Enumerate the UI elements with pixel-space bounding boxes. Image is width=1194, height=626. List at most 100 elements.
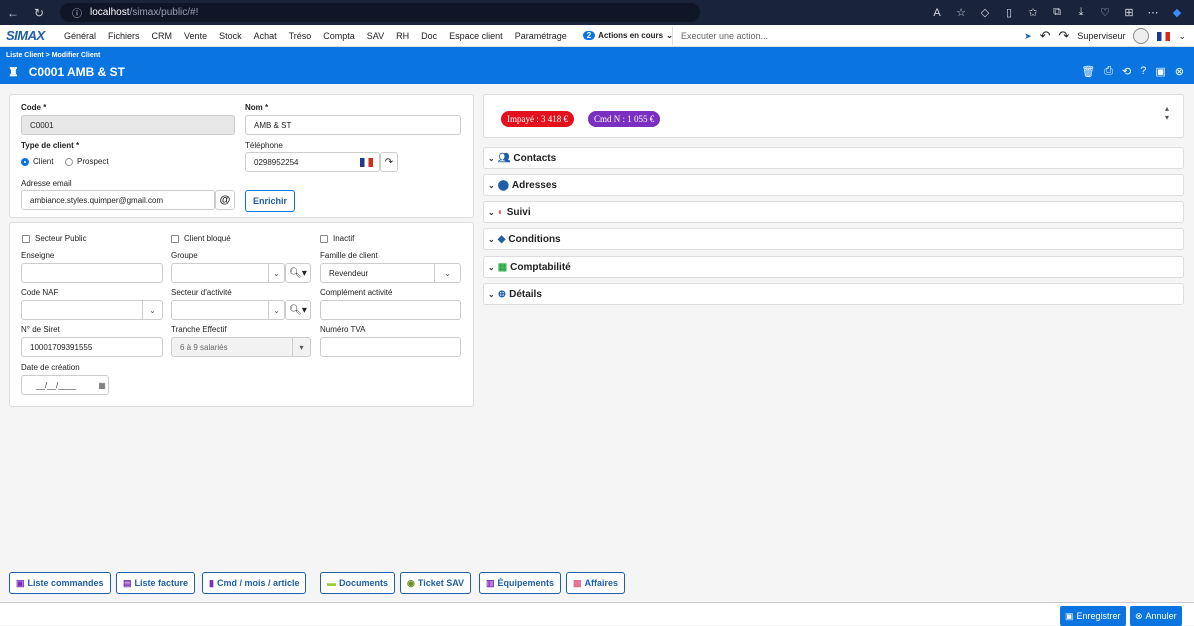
suivi-icon: ◐ xyxy=(497,206,504,218)
extensions-icon[interactable]: ◇ xyxy=(976,6,994,19)
complement-field[interactable] xyxy=(320,300,461,320)
equipements-button[interactable]: ▥ Équipements xyxy=(479,572,562,594)
menu-sav[interactable]: SAV xyxy=(361,31,390,41)
menu-crm[interactable]: CRM xyxy=(146,31,179,41)
nom-label: Nom * xyxy=(245,103,269,112)
user-name[interactable]: Superviseur xyxy=(1077,31,1125,41)
siret-field[interactable]: 10001709391555 xyxy=(21,337,163,357)
groupe-select[interactable]: ⌄ xyxy=(171,263,285,283)
liste-facture-button[interactable]: ▤ Liste facture xyxy=(116,572,196,594)
radio-prospect[interactable]: Prospect xyxy=(65,157,109,166)
menu-achat[interactable]: Achat xyxy=(248,31,283,41)
address-bar[interactable]: ⓘ localhost /simax/public/#! xyxy=(60,3,700,22)
menu-treso[interactable]: Tréso xyxy=(283,31,318,41)
radio-client[interactable]: Client xyxy=(21,157,53,166)
section-details[interactable]: ⌄ ⊕ Détails xyxy=(483,283,1184,305)
telephone-field[interactable]: 0298952254 xyxy=(245,152,380,172)
tva-field[interactable] xyxy=(320,337,461,357)
save-label: Enregistrer xyxy=(1076,611,1121,621)
inactif-label: Inactif xyxy=(333,234,355,243)
undo-icon[interactable]: ↶ xyxy=(1040,28,1051,44)
section-comptabilite[interactable]: ⌄ ▦ Comptabilité xyxy=(483,256,1184,278)
invoice-icon: ▤ xyxy=(123,577,132,588)
email-field[interactable]: ambiance.styles.quimper@gmail.com xyxy=(21,190,215,210)
performance-icon[interactable]: ♡ xyxy=(1096,6,1114,19)
chevron-down-icon[interactable]: ⌄ xyxy=(1178,31,1186,42)
refresh-icon[interactable]: ↻ xyxy=(30,6,48,20)
section-comptabilite-label: Comptabilité xyxy=(510,261,571,273)
section-adresses[interactable]: ⌄ ⬤ Adresses xyxy=(483,174,1184,196)
date-field[interactable]: __/__/____ ▦ xyxy=(21,375,109,395)
read-aloud-icon[interactable]: A xyxy=(928,7,946,19)
collections-icon[interactable]: ⧉ xyxy=(1048,6,1066,19)
copilot-icon[interactable]: ◆ xyxy=(1168,6,1186,19)
downloads-icon[interactable]: ⤓ xyxy=(1072,6,1090,19)
simax-logo[interactable]: SIMAX xyxy=(0,28,58,43)
sort-icon[interactable]: ▴ ▾ xyxy=(1165,104,1169,122)
menu-fichiers[interactable]: Fichiers xyxy=(102,31,146,41)
famille-select[interactable]: Revendeur ⌄ xyxy=(320,263,461,283)
at-icon[interactable]: @ xyxy=(215,190,235,210)
enrichir-button[interactable]: Enrichir xyxy=(245,190,295,212)
menu-espace-client[interactable]: Espace client xyxy=(443,31,509,41)
chevron-down-icon: ⌄ xyxy=(268,264,284,282)
equipements-label: Équipements xyxy=(497,578,555,588)
menu-vente[interactable]: Vente xyxy=(178,31,213,41)
liste-commandes-button[interactable]: ▣ Liste commandes xyxy=(9,572,111,594)
menu-compta[interactable]: Compta xyxy=(317,31,361,41)
crosshair-icon: ⊕ xyxy=(497,288,507,300)
favorites-icon[interactable]: ✩ xyxy=(1024,6,1042,19)
split-screen-icon[interactable]: ▯ xyxy=(1000,6,1018,19)
map-pin-icon: ⬤ xyxy=(497,179,509,191)
contacts-icon: 👥︎ xyxy=(497,152,511,164)
menu-parametrage[interactable]: Paramétrage xyxy=(509,31,573,41)
cancel-button[interactable]: ⊗ Annuler xyxy=(1130,606,1182,626)
client-bloque-checkbox[interactable]: Client bloqué xyxy=(171,234,231,243)
code-field[interactable]: C0001 xyxy=(21,115,235,135)
tranche-select[interactable]: 6 à 9 salariés ▾ xyxy=(171,337,311,357)
menu-stock[interactable]: Stock xyxy=(213,31,248,41)
avatar[interactable] xyxy=(1133,28,1150,44)
enseigne-field[interactable] xyxy=(21,263,163,283)
menu-doc[interactable]: Doc xyxy=(415,31,443,41)
cmd-mois-article-button[interactable]: ▮ Cmd / mois / article xyxy=(202,572,307,594)
execute-action-input[interactable]: Executer une action... xyxy=(672,27,1032,45)
inactif-checkbox[interactable]: Inactif xyxy=(320,234,354,243)
affaires-button[interactable]: ▩ Affaires xyxy=(566,572,626,594)
save-icon[interactable]: ▣ xyxy=(1155,65,1165,78)
groupe-search-button[interactable]: 🔍︎▾ xyxy=(285,263,311,283)
calendar-icon[interactable]: ▦ xyxy=(96,376,108,394)
secteur-public-checkbox[interactable]: Secteur Public xyxy=(22,234,87,243)
back-icon[interactable]: ← xyxy=(4,6,22,20)
section-suivi[interactable]: ⌄ ◐ Suivi xyxy=(483,201,1184,223)
help-icon[interactable]: ? xyxy=(1140,65,1146,78)
trash-icon[interactable]: 🗑 xyxy=(1081,65,1095,78)
call-button[interactable]: ↷ xyxy=(380,152,398,172)
favorite-star-icon[interactable]: ☆ xyxy=(952,6,970,19)
actions-dropdown[interactable]: 2 Actions en cours ⌄ xyxy=(582,31,673,40)
more-icon[interactable]: ⋯ xyxy=(1144,6,1162,19)
french-flag-icon[interactable] xyxy=(360,158,373,167)
close-icon[interactable]: ⊗ xyxy=(1175,65,1184,78)
enseigne-label: Enseigne xyxy=(21,251,55,260)
puzzle-icon[interactable]: ⊞ xyxy=(1120,6,1138,19)
redo-icon[interactable]: ↷ xyxy=(1059,28,1070,44)
section-conditions[interactable]: ⌄ ◆ Conditions xyxy=(483,228,1184,250)
nom-field[interactable]: AMB & ST xyxy=(245,115,461,135)
url-path: /simax/public/#! xyxy=(129,7,199,18)
breadcrumb[interactable]: Liste Client > Modifier Client xyxy=(6,52,100,59)
secteur-select[interactable]: ⌄ xyxy=(171,300,285,320)
secteur-search-button[interactable]: 🔍︎▾ xyxy=(285,300,311,320)
french-flag-icon[interactable] xyxy=(1157,31,1171,41)
menu-rh[interactable]: RH xyxy=(390,31,415,41)
sync-icon[interactable]: ⟲ xyxy=(1122,65,1131,78)
print-icon[interactable]: ⎙ xyxy=(1104,65,1113,78)
send-icon[interactable]: ➤ xyxy=(1024,31,1032,42)
menu-general[interactable]: Général xyxy=(58,31,102,41)
documents-button[interactable]: ▬ Documents xyxy=(320,572,396,594)
ticket-sav-button[interactable]: ◉ Ticket SAV xyxy=(400,572,472,594)
section-contacts[interactable]: ⌄ 👥︎ Contacts xyxy=(483,147,1184,169)
save-button[interactable]: ▣ Enregistrer xyxy=(1060,606,1126,626)
date-value: __/__/____ xyxy=(36,380,77,390)
naf-select[interactable]: ⌄ xyxy=(21,300,163,320)
